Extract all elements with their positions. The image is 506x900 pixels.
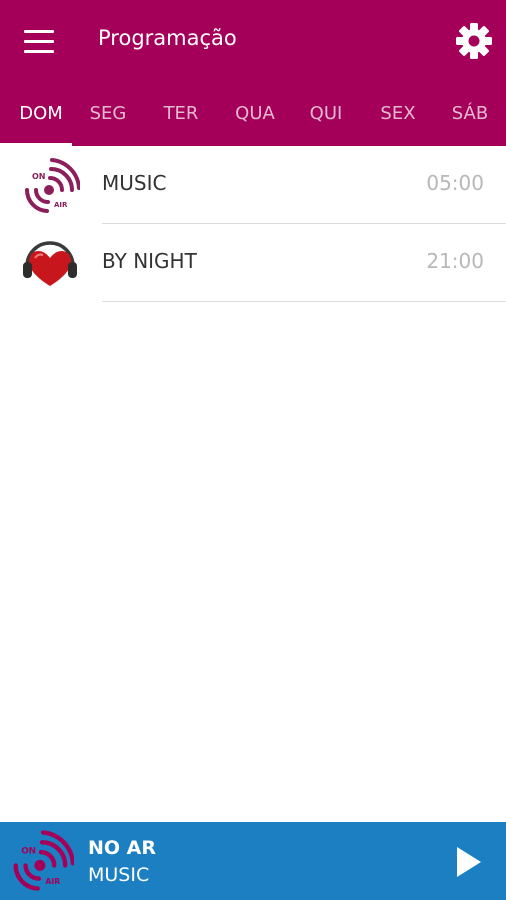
tab-dom[interactable]: DOM (0, 92, 82, 146)
tab-sex[interactable]: SEX (362, 92, 434, 146)
tab-sab[interactable]: SÁB (434, 92, 506, 146)
now-playing-program: MUSIC (88, 864, 150, 886)
svg-text:ON: ON (21, 846, 36, 856)
now-playing-bar[interactable]: ON AIR NO AR MUSIC (0, 822, 506, 900)
tab-seg[interactable]: SEG (72, 92, 144, 146)
tab-qui[interactable]: QUI (290, 92, 362, 146)
list-item[interactable]: ON AIR MUSIC 05:00 (0, 146, 506, 224)
on-air-logo-icon: ON AIR (20, 158, 81, 214)
tab-ter[interactable]: TER (145, 92, 217, 146)
heart-headphones-icon (20, 236, 80, 292)
program-name: BY NIGHT (102, 249, 197, 273)
schedule-list: ON AIR MUSIC 05:00 BY NIGHT 21:00 (0, 146, 506, 302)
tab-qua[interactable]: QUA (219, 92, 291, 146)
list-item[interactable]: BY NIGHT 21:00 (0, 224, 506, 302)
on-air-logo-icon: ON AIR (8, 829, 76, 893)
toolbar: Programação (0, 0, 506, 84)
program-time: 05:00 (426, 171, 484, 195)
now-playing-label: NO AR (88, 837, 157, 859)
svg-text:ON: ON (32, 172, 46, 181)
hamburger-menu-icon[interactable] (18, 24, 62, 60)
divider (102, 301, 506, 302)
gear-icon[interactable] (452, 19, 496, 63)
page-title: Programação (98, 26, 237, 50)
svg-text:AIR: AIR (45, 877, 60, 886)
program-name: MUSIC (102, 171, 167, 195)
program-time: 21:00 (426, 249, 484, 273)
play-icon[interactable] (448, 842, 488, 882)
app-bar: Programação DOM SEG TER QUA QUI SEX SÁB (0, 0, 506, 146)
svg-text:AIR: AIR (54, 201, 68, 209)
day-tabs: DOM SEG TER QUA QUI SEX SÁB (0, 92, 506, 146)
